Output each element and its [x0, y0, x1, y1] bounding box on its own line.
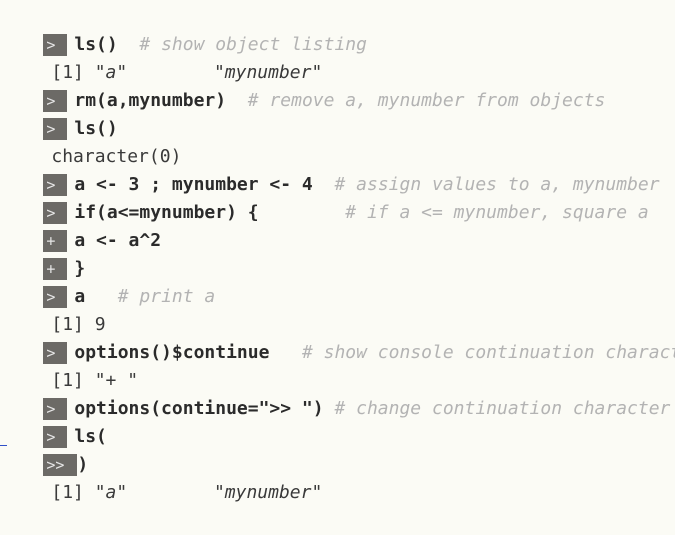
console-output: [1] "+ " [0, 339, 138, 391]
console-line: + a <- a^2 [0, 199, 161, 252]
console-line: > ls( [0, 395, 107, 448]
code-text: options(continue=">> ") [74, 398, 324, 419]
output-string: "mynumber" [213, 482, 323, 503]
console-line: > ls() # show object listing [0, 3, 367, 56]
console-line: > ls() [0, 87, 118, 140]
code-comment: # remove a, mynumber from objects [247, 90, 606, 111]
console-line: > rm(a,mynumber) # remove a, mynumber fro… [0, 59, 605, 112]
code-text: a <- a^2 [74, 230, 162, 251]
line-wrap-icon [0, 435, 7, 446]
console-output: [1] "a" "mynumber" [0, 451, 322, 503]
output-string: "a" [94, 482, 128, 503]
console-line: > a <- 3 ; mynumber <- 4 # assign values … [0, 143, 660, 196]
output-spacer [127, 482, 214, 503]
r-console[interactable]: > ls() # show object listing [1] "a" "myn… [0, 0, 675, 503]
console-output: character(0) [0, 115, 181, 167]
console-line: > a # print a [0, 255, 215, 308]
code-comment: # print a [117, 286, 216, 307]
code-comment: # if a <= mynumber, square a [345, 202, 649, 223]
code-comment: # change continuation character [334, 398, 671, 419]
console-output: [1] 9 [0, 283, 105, 335]
console-line: > options()$continue # show console conti… [0, 311, 675, 364]
console-line: >>) [0, 423, 88, 476]
console-line: +} [0, 227, 85, 280]
code-comment: # show console continuation character [301, 342, 675, 363]
console-line: > if(a<=mynumber) { # if a <= mynumber, s… [0, 171, 649, 224]
console-output: [1] "a" "mynumber" [0, 31, 322, 83]
output-index: [1] [51, 482, 95, 503]
console-line: > options(continue=">> ") # change contin… [0, 367, 670, 420]
